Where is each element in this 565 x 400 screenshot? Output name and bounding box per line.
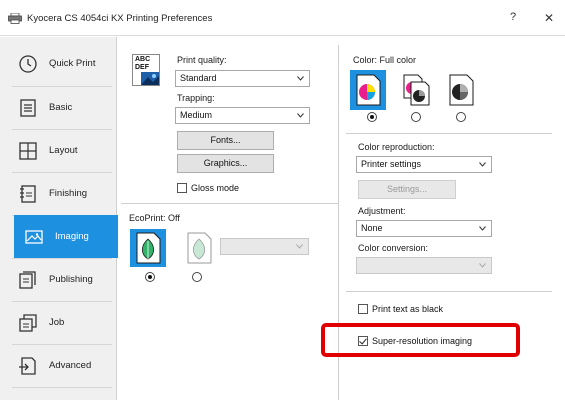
job-icon [16,311,40,335]
print-text-black-checkbox[interactable]: Print text as black [358,304,443,314]
quality-preview-icon: ABC DEF [132,54,160,86]
sidebar-item-publishing[interactable]: Publishing [8,258,117,301]
title-bar: Kyocera CS 4054ci KX Printing Preference… [0,0,565,36]
graphics-button[interactable]: Graphics... [177,154,274,173]
color-reproduction-select[interactable]: Printer settings [356,156,492,173]
color-mode-label: Color: Full color [353,55,417,65]
gloss-mode-box [177,183,187,193]
sidebar-item-label: Quick Print [49,58,96,69]
ecoprint-value: Off [168,213,180,223]
printer-icon [8,13,22,24]
print-text-black-label: Print text as black [372,304,444,314]
sidebar-item-layout[interactable]: Layout [8,129,117,172]
adjustment-value: None [361,223,383,233]
sidebar-item-imaging[interactable]: Imaging [14,215,118,258]
color-conversion-select[interactable] [356,257,492,274]
document-lines-icon [16,96,40,120]
sidebar-item-label: Basic [49,102,73,113]
chevron-down-icon [479,162,486,167]
auto-color-icon [403,74,430,106]
chevron-down-icon [479,263,486,268]
ecoprint-off-option[interactable] [130,229,166,267]
sidebar-item-advanced[interactable]: Advanced [8,344,117,387]
color-mode-value: Full color [379,55,417,65]
leaf-light-icon [187,232,212,264]
black-white-option[interactable] [443,70,479,110]
panel-divider [121,203,338,204]
sidebar-item-finishing[interactable]: Finishing [8,172,117,215]
super-resolution-checkbox[interactable]: Super-resolution imaging [358,336,472,346]
print-quality-select[interactable]: Standard [175,70,310,87]
adjustment-label: Adjustment: [358,206,406,216]
trapping-value: Medium [180,110,213,120]
sidebar: Quick Print Basic Layout Finishing Imagi… [0,37,118,400]
sidebar-item-label: Imaging [55,231,89,242]
panel-divider [338,45,339,400]
quality-preview-text: ABC [135,56,151,63]
trapping-select[interactable]: Medium [175,107,310,124]
image-icon [22,225,46,249]
chevron-down-icon [479,226,486,231]
auto-color-option[interactable] [398,70,434,110]
color-reproduction-label: Color reproduction: [358,142,435,152]
sidebar-item-label: Job [49,317,65,328]
color-conversion-label: Color conversion: [358,243,429,253]
chevron-down-icon [296,244,303,249]
publishing-icon [16,268,40,292]
chevron-down-icon [297,76,304,81]
sidebar-item-label: Advanced [49,360,92,371]
black-white-radio[interactable] [456,112,466,122]
ecoprint-on-option[interactable] [181,229,217,267]
fonts-button[interactable]: Fonts... [177,131,274,150]
adjustment-select[interactable]: None [356,220,492,237]
print-text-black-box [358,304,368,314]
panel-divider [346,133,552,134]
black-white-icon [449,74,474,106]
color-reproduction-value: Printer settings [361,159,422,169]
full-color-icon [356,74,381,106]
sidebar-item-label: Layout [49,145,78,156]
auto-color-radio[interactable] [411,112,421,122]
sidebar-item-label: Publishing [49,274,93,285]
print-quality-value: Standard [180,73,217,83]
ecoprint-on-radio[interactable] [192,272,202,282]
sidebar-item-basic[interactable]: Basic [8,86,117,129]
window-title: Kyocera CS 4054ci KX Printing Preference… [27,13,213,24]
advanced-icon [16,354,40,378]
ecoprint-label: EcoPrint: Off [129,213,180,223]
color-settings-button[interactable]: Settings... [358,180,456,199]
leaf-icon [136,232,161,264]
chevron-down-icon [297,113,304,118]
help-button[interactable]: ? [505,11,521,23]
full-color-radio[interactable] [367,112,377,122]
quality-preview-text: DEF [135,64,149,71]
panel-divider [346,291,552,292]
finishing-icon [16,182,40,206]
sidebar-item-job[interactable]: Job [8,301,117,344]
ecoprint-level-select[interactable] [220,238,309,255]
super-resolution-box [358,336,368,346]
gloss-mode-label: Gloss mode [191,183,240,193]
print-quality-label: Print quality: [177,55,227,65]
sidebar-item-label: Finishing [49,188,88,199]
full-color-option[interactable] [350,70,386,110]
super-resolution-label: Super-resolution imaging [372,336,473,346]
divider [12,387,112,388]
sidebar-item-quick-print[interactable]: Quick Print [8,42,117,85]
close-button[interactable]: ✕ [541,11,557,25]
trapping-label: Trapping: [177,93,215,103]
layout-grid-icon [16,139,40,163]
ecoprint-off-radio[interactable] [145,272,155,282]
clock-icon [16,52,40,76]
gloss-mode-checkbox[interactable]: Gloss mode [177,183,239,193]
